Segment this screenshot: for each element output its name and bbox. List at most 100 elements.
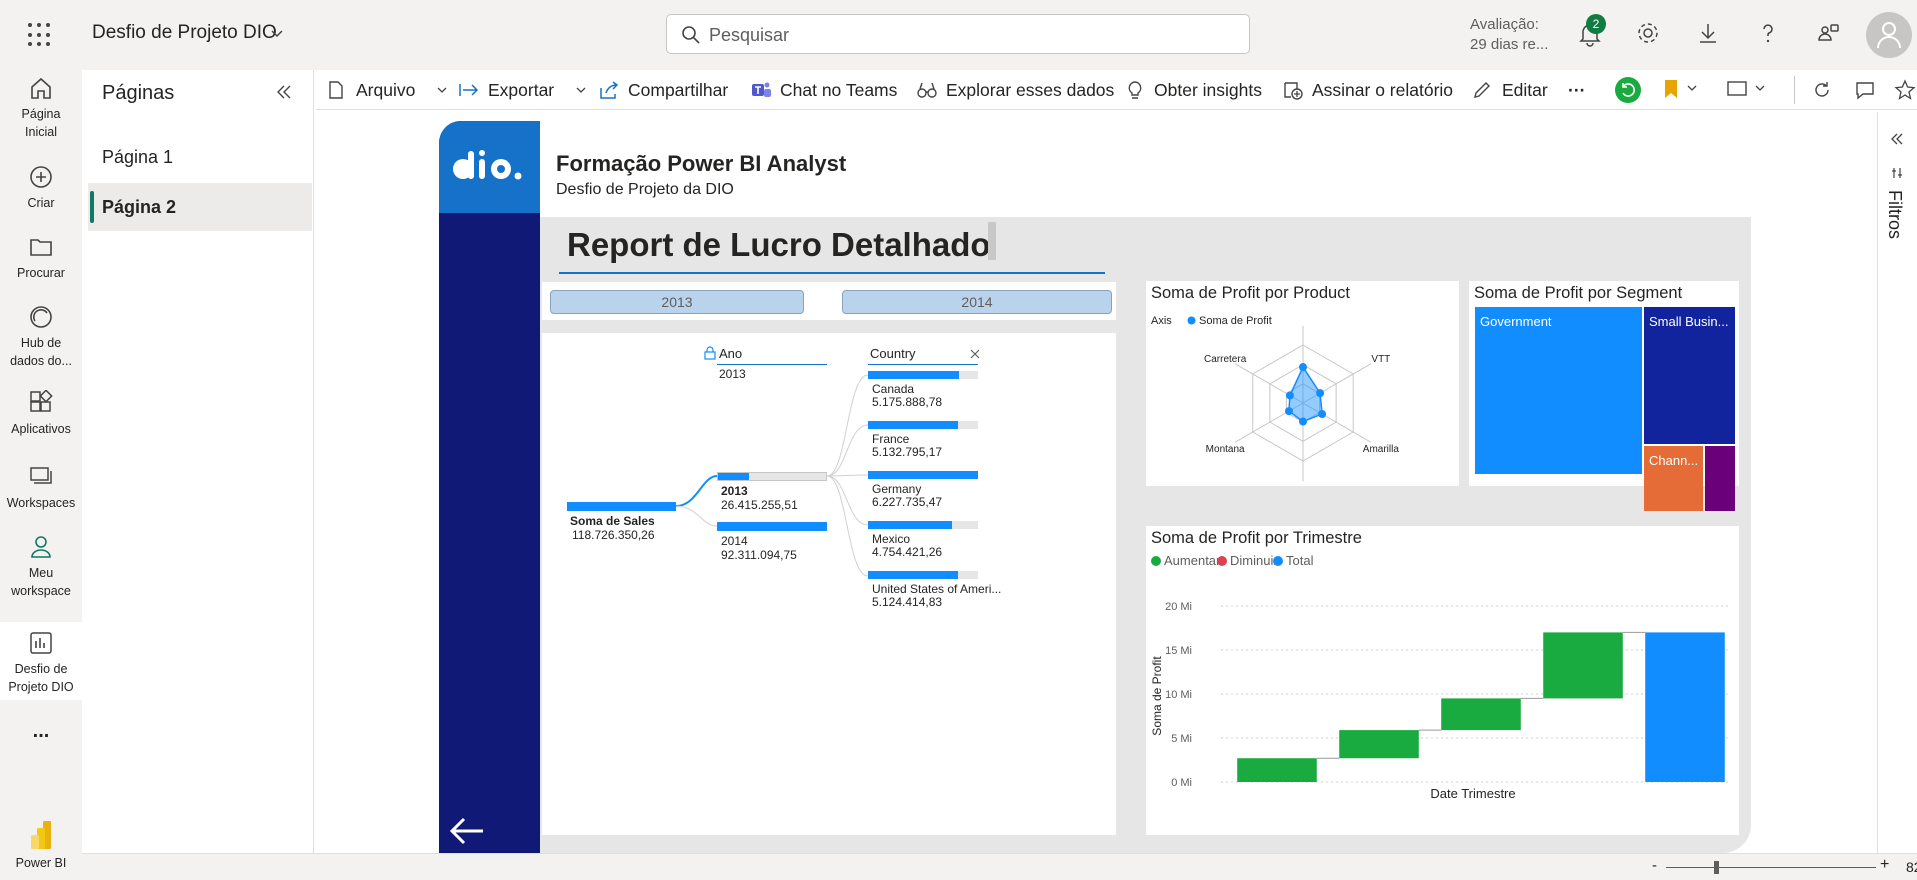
slicer-2013-button[interactable]: 2013 (550, 290, 804, 314)
nav-apps[interactable]: Aplicativos (0, 390, 82, 438)
country-bar-fill (868, 471, 978, 479)
report-icon (30, 632, 52, 654)
country-node-label[interactable]: United States of Ameri... (872, 582, 1001, 596)
page-item-2[interactable]: Página 2 (88, 183, 312, 231)
treemap-cell-government[interactable]: Government (1475, 307, 1642, 474)
radar-chart[interactable]: PaseoVTTAmarillaVeloMontanaCarretera (1146, 326, 1459, 484)
legend-dot (1187, 316, 1196, 325)
radar-title: Soma de Profit por Product (1151, 284, 1351, 302)
more-options-button[interactable]: ··· (1568, 78, 1598, 102)
treemap-visual: Soma de Profit por Segment Government Sm… (1469, 281, 1739, 511)
comment-icon[interactable] (1854, 80, 1876, 100)
radar-point (1285, 391, 1294, 400)
lock-icon (704, 346, 716, 360)
treemap-cell-other[interactable] (1705, 446, 1735, 511)
legend-dot (1217, 556, 1227, 566)
search-input[interactable]: Pesquisar (709, 25, 789, 46)
country-node-label[interactable]: Canada (872, 382, 914, 396)
nav-more[interactable]: ... (0, 721, 82, 741)
zoom-slider[interactable] (1666, 867, 1876, 868)
subscribe-button[interactable]: Assinar o relatório (1282, 78, 1462, 102)
country-node-label[interactable]: Mexico (872, 532, 910, 546)
zoom-out-button[interactable]: - (1652, 857, 1657, 874)
root-bar (567, 502, 676, 511)
back-arrow-icon[interactable] (449, 816, 485, 846)
zoom-slider-thumb[interactable] (1714, 861, 1719, 874)
app-launcher-icon[interactable] (28, 23, 52, 47)
nav-current-report[interactable]: Desfio de Projeto DIO (0, 622, 82, 700)
zoom-in-button[interactable]: + (1880, 856, 1889, 874)
column-underline (868, 364, 978, 365)
gear-icon[interactable] (1636, 21, 1660, 45)
radar-axis-label: VTT (1371, 354, 1390, 365)
page-item-1[interactable]: Página 1 (88, 133, 312, 181)
nav-powerbi[interactable]: Power BI (0, 820, 82, 872)
bookmark-icon[interactable] (1662, 78, 1702, 100)
feedback-icon[interactable] (1816, 21, 1840, 45)
teams-chat-button[interactable]: Chat no Teams (750, 78, 900, 102)
root-node[interactable]: Soma de Sales (570, 514, 655, 528)
column-underline (717, 364, 827, 365)
year-bar (717, 522, 827, 531)
reset-icon[interactable] (1614, 76, 1642, 104)
avatar[interactable] (1866, 12, 1912, 58)
notification-badge: 2 (1586, 14, 1606, 34)
report-name[interactable]: Desfio de Projeto DIO (92, 22, 277, 44)
status-bar: - + 82% (82, 853, 1917, 880)
nav-home[interactable]: Página Inicial (0, 75, 82, 141)
nav-data-hub[interactable]: Hub de dados do... (0, 304, 82, 370)
refresh-icon[interactable] (1812, 80, 1832, 100)
legend-dot (1151, 556, 1161, 566)
waterfall-chart[interactable]: 0 Mi 5 Mi 10 Mi 15 Mi 20 Mi Soma de Profit Dat… (1146, 566, 1739, 835)
chevron-down-icon (576, 87, 586, 93)
nav-workspaces[interactable]: Workspaces (0, 464, 82, 512)
zoom-level[interactable]: 82% (1906, 859, 1917, 875)
country-bar-fill (868, 421, 959, 429)
browse-icon (30, 239, 52, 256)
search-box[interactable]: Pesquisar (666, 14, 1250, 54)
user-icon (1877, 22, 1901, 49)
share-button[interactable]: Compartilhar (598, 78, 738, 102)
nav-create[interactable]: Criar (0, 164, 82, 212)
help-icon[interactable] (1756, 21, 1780, 45)
country-bar[interactable] (868, 571, 978, 579)
view-icon[interactable] (1726, 78, 1770, 100)
slicer-2014-button[interactable]: 2014 (842, 290, 1112, 314)
column-header-ano[interactable]: Ano (719, 347, 742, 361)
chevron-down-icon[interactable] (270, 26, 284, 40)
nav-browse[interactable]: Procurar (0, 234, 82, 282)
edit-button[interactable]: Editar (1472, 78, 1562, 102)
country-node-value: 4.754.421,26 (872, 545, 943, 559)
radar-point (1316, 389, 1325, 398)
year-node-label[interactable]: 2013 (721, 484, 748, 498)
file-menu-button[interactable]: Arquivo (326, 78, 450, 102)
download-icon[interactable] (1696, 21, 1720, 45)
expand-pane-icon[interactable] (1890, 132, 1904, 146)
search-icon (682, 26, 700, 44)
filters-label[interactable]: Filtros (1884, 190, 1905, 239)
get-insights-button[interactable]: Obter insights (1124, 78, 1274, 102)
trial-status[interactable]: Avaliação: 29 dias re... (1470, 15, 1548, 55)
country-bar[interactable] (868, 371, 978, 379)
nav-my-workspace[interactable]: Meu workspace (0, 534, 82, 600)
star-icon[interactable] (1894, 79, 1916, 101)
country-bar[interactable] (868, 471, 978, 479)
close-icon[interactable] (970, 349, 980, 359)
share-icon (600, 81, 619, 99)
treemap-cell-channel[interactable]: Chann... (1644, 446, 1703, 511)
year-node-label[interactable]: 2014 (721, 534, 748, 548)
country-bar[interactable] (868, 521, 978, 529)
create-icon (30, 166, 52, 188)
explore-data-button[interactable]: Explorar esses dados (916, 78, 1116, 102)
country-node-label[interactable]: France (872, 432, 909, 446)
decomposition-tree: Ano 2013 Country Soma de Sales 118.726.3… (542, 333, 1116, 835)
column-header-country[interactable]: Country (870, 347, 916, 361)
waterfall-bar (1441, 698, 1521, 731)
export-menu-button[interactable]: Exportar (458, 78, 588, 102)
country-bar[interactable] (868, 421, 978, 429)
treemap-cell-small-business[interactable]: Small Busin... (1644, 307, 1735, 444)
country-node-label[interactable]: Germany (872, 482, 921, 496)
radar-point (1299, 417, 1307, 426)
collapse-pane-icon[interactable] (274, 82, 294, 102)
dio-logo-mark (453, 150, 522, 180)
